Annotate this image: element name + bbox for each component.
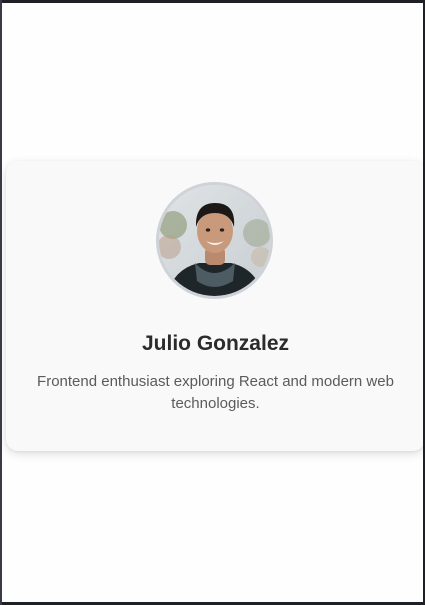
profile-name: Julio Gonzalez (141, 332, 290, 355)
profile-bio: Frontend enthusiast exploring React and … (37, 373, 394, 412)
avatar (156, 182, 273, 299)
page-viewport: Julio Gonzalez Frontend enthusiast explo… (2, 3, 423, 602)
profile-photo-icon (159, 185, 270, 296)
profile-card: Julio Gonzalez Frontend enthusiast explo… (6, 161, 423, 451)
